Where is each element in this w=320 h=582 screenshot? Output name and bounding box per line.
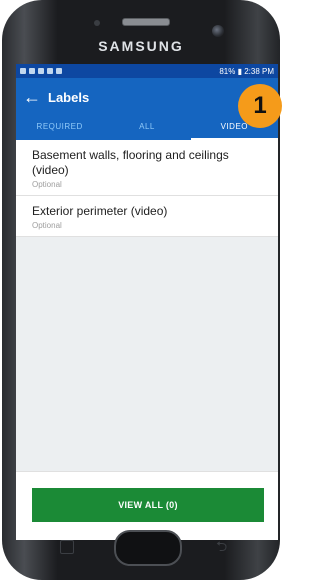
list-item-subtitle: Optional bbox=[32, 221, 62, 230]
list-item-title: Basement walls, flooring and ceilings (v… bbox=[32, 148, 229, 177]
tab-all[interactable]: ALL bbox=[103, 116, 190, 140]
status-right: 81% ▮ 2:38 PM bbox=[219, 66, 274, 76]
notification-icons bbox=[20, 68, 62, 74]
home-button[interactable] bbox=[114, 530, 182, 566]
notification-icon bbox=[47, 68, 53, 74]
list-item-title: Exterior perimeter (video) bbox=[32, 204, 168, 218]
earpiece-speaker bbox=[122, 18, 170, 26]
tab-required[interactable]: REQUIRED bbox=[16, 116, 103, 140]
list-item-subtitle: Optional bbox=[32, 180, 62, 189]
notification-icon bbox=[38, 68, 44, 74]
front-camera-icon bbox=[212, 25, 224, 37]
tab-bar: REQUIRED ALL VIDEO bbox=[16, 116, 278, 140]
list-item[interactable]: Basement walls, flooring and ceilings (v… bbox=[16, 140, 278, 196]
back-arrow-icon[interactable]: ← bbox=[16, 87, 48, 108]
view-all-button[interactable]: VIEW ALL (0) bbox=[32, 488, 264, 522]
label-list: Basement walls, flooring and ceilings (v… bbox=[16, 140, 278, 237]
device-brand: SAMSUNG bbox=[98, 38, 184, 54]
sensor-icon bbox=[94, 20, 100, 26]
back-key-icon[interactable]: ⮌ bbox=[216, 536, 230, 554]
status-bar: 81% ▮ 2:38 PM bbox=[16, 64, 278, 78]
notification-icon bbox=[29, 68, 35, 74]
hardware-nav-bar: ⮌ bbox=[2, 530, 280, 570]
phone-frame: SAMSUNG 81% ▮ 2:38 PM ← Labels REQUIRED … bbox=[2, 0, 280, 580]
notification-icon bbox=[56, 68, 62, 74]
step-badge: 1 bbox=[238, 84, 282, 128]
list-item[interactable]: Exterior perimeter (video) Optional bbox=[16, 196, 278, 237]
page-title: Labels bbox=[48, 89, 90, 105]
recent-apps-icon[interactable] bbox=[60, 540, 74, 554]
device-screen: 81% ▮ 2:38 PM ← Labels REQUIRED ALL VIDE… bbox=[16, 64, 278, 540]
notification-icon bbox=[20, 68, 26, 74]
